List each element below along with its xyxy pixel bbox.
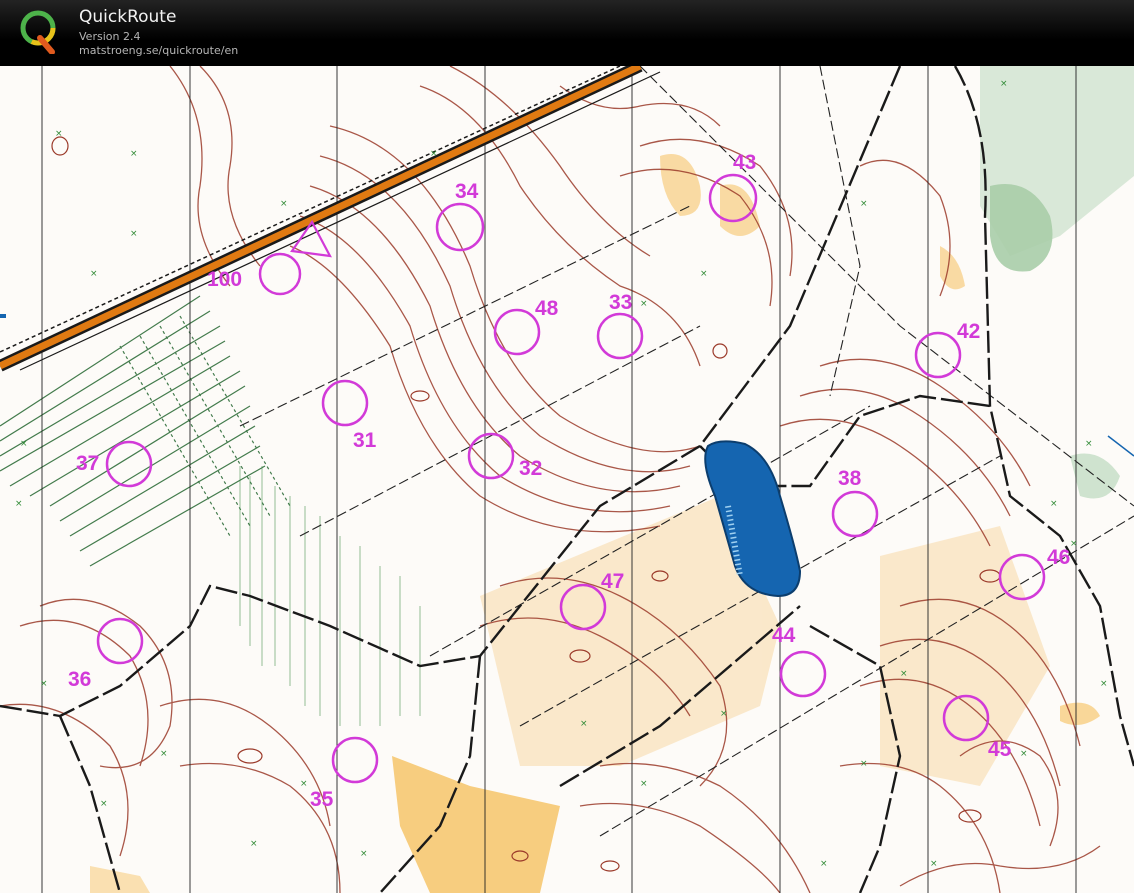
svg-text:×: ×	[300, 779, 308, 789]
control-label: 43	[733, 151, 756, 174]
orienteering-map[interactable]: × × × × × × × × × × × × × × × × × × × × × × × × × × × × × ×	[0, 66, 1134, 893]
svg-text:×: ×	[280, 199, 288, 209]
svg-text:×: ×	[130, 149, 138, 159]
svg-text:×: ×	[860, 759, 868, 769]
svg-text:×: ×	[160, 749, 168, 759]
svg-text:×: ×	[900, 669, 908, 679]
app-url-link[interactable]: matstroeng.se/quickroute/en	[79, 44, 238, 57]
svg-text:×: ×	[1100, 679, 1108, 689]
app-version: Version 2.4	[79, 30, 141, 43]
control-label: 33	[609, 291, 632, 314]
svg-text:×: ×	[90, 269, 98, 279]
control-label: 35	[310, 788, 334, 811]
svg-text:×: ×	[15, 499, 23, 509]
control-label: 36	[68, 668, 91, 691]
svg-text:×: ×	[40, 679, 48, 689]
svg-text:×: ×	[860, 199, 868, 209]
svg-text:×: ×	[720, 709, 728, 719]
svg-text:×: ×	[640, 299, 648, 309]
svg-text:×: ×	[360, 849, 368, 859]
control-label: 31	[353, 429, 377, 452]
quickroute-logo-icon	[20, 10, 56, 54]
control-label: 48	[535, 297, 559, 320]
title-bar: QuickRoute Version 2.4 matstroeng.se/qui…	[0, 0, 1134, 66]
svg-text:×: ×	[1085, 439, 1093, 449]
control-label: 37	[76, 452, 99, 475]
start-label: 100	[207, 268, 242, 291]
svg-text:×: ×	[1020, 749, 1028, 759]
control-label: 44	[772, 624, 796, 647]
svg-text:×: ×	[580, 719, 588, 729]
svg-text:×: ×	[820, 859, 828, 869]
svg-text:×: ×	[640, 779, 648, 789]
svg-text:×: ×	[1000, 79, 1008, 89]
svg-text:×: ×	[930, 859, 938, 869]
svg-text:×: ×	[20, 439, 28, 449]
control-label: 47	[601, 570, 624, 593]
control-label: 38	[838, 467, 862, 490]
svg-text:×: ×	[100, 799, 108, 809]
svg-text:×: ×	[130, 229, 138, 239]
app-title: QuickRoute	[79, 7, 177, 27]
control-label: 34	[455, 180, 479, 203]
svg-text:×: ×	[250, 839, 258, 849]
control-label: 42	[957, 320, 980, 343]
control-label: 46	[1047, 546, 1070, 569]
app-window: QuickRoute Version 2.4 matstroeng.se/qui…	[0, 0, 1134, 893]
svg-text:×: ×	[430, 149, 438, 159]
svg-text:×: ×	[700, 269, 708, 279]
svg-text:×: ×	[1070, 539, 1078, 549]
control-label: 32	[519, 457, 542, 480]
svg-text:×: ×	[55, 129, 63, 139]
svg-text:×: ×	[1050, 499, 1058, 509]
control-label: 45	[988, 738, 1012, 761]
